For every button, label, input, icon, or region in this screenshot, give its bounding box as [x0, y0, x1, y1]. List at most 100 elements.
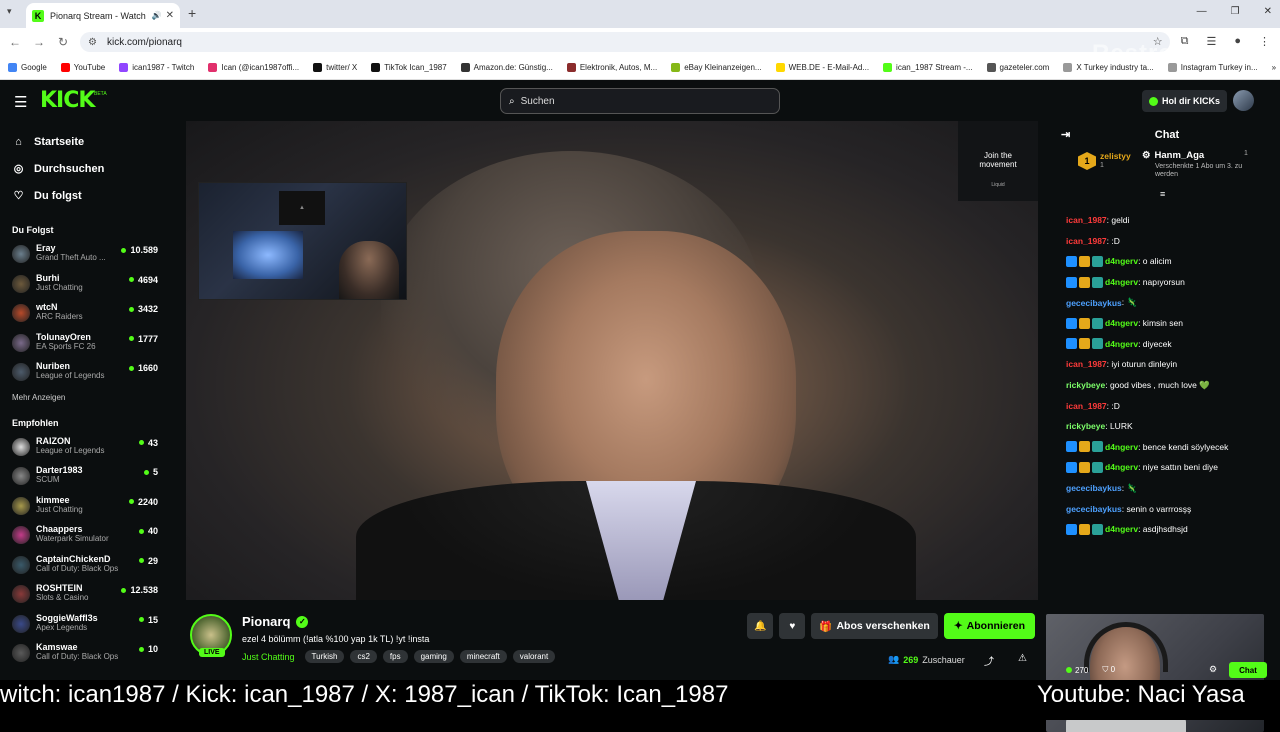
sidebar-channel-item[interactable]: Chaappers Waterpark Simulator 40: [0, 522, 170, 552]
stream-tag[interactable]: cs2: [350, 650, 377, 663]
chat-username[interactable]: d4ngerv: [1105, 524, 1138, 534]
chat-username[interactable]: gececibaykus: [1066, 483, 1122, 493]
stream-tag[interactable]: minecraft: [459, 650, 507, 663]
reload-button[interactable]: ↻: [51, 35, 75, 49]
sidebar-channel-item[interactable]: Burhi Just Chatting 4694: [0, 271, 170, 301]
get-kicks-label: Hol dir KICKs: [1161, 96, 1220, 106]
bookmark-item[interactable]: WEB.DE - E-Mail-Ad...: [775, 63, 869, 72]
channel-viewer-count: 5: [152, 467, 158, 477]
channel-points[interactable]: 270: [1066, 666, 1088, 675]
chat-username[interactable]: ican_1987: [1066, 215, 1107, 225]
channel-viewer-count: 2240: [137, 496, 158, 507]
user-avatar[interactable]: [1233, 90, 1254, 111]
nav-startseite[interactable]: ⌂ Startseite: [0, 128, 170, 155]
report-icon[interactable]: ⚠: [1018, 653, 1027, 668]
sidebar-channel-item[interactable]: Darter1983 SCUM 5: [0, 463, 170, 493]
stream-category-link[interactable]: Just Chatting: [242, 652, 295, 662]
bookmark-item[interactable]: YouTube: [60, 63, 105, 72]
chat-username[interactable]: d4ngerv: [1105, 462, 1138, 472]
chat-message: d4ngerv: diyecek: [1054, 334, 1280, 355]
chat-username[interactable]: d4ngerv: [1105, 277, 1138, 287]
chat-username[interactable]: d4ngerv: [1105, 256, 1138, 266]
viewer-number: 269: [903, 654, 919, 665]
chat-username[interactable]: rickybeye: [1066, 421, 1105, 431]
profile-avatar[interactable]: ●: [1234, 35, 1241, 48]
nav-label: Du folgst: [34, 189, 82, 202]
more-bookmarks-icon[interactable]: »: [1272, 63, 1276, 72]
video-player[interactable]: ▲ Join the movement Liquid: [186, 121, 1038, 600]
close-window-icon[interactable]: ✕: [1264, 6, 1272, 17]
pinned-user-1[interactable]: zelistyy: [1100, 151, 1131, 161]
bookmark-item[interactable]: Elektronik, Autos, M...: [566, 63, 657, 72]
send-chat-button[interactable]: Chat: [1229, 662, 1267, 678]
chat-username[interactable]: d4ngerv: [1105, 318, 1138, 328]
sidebar-channel-item[interactable]: CaptainChickenD Call of Duty: Black Ops 7…: [0, 552, 170, 582]
bookmark-item[interactable]: TikTok Ican_1987: [371, 63, 447, 72]
chat-message: gececibaykus: senin o varrrosşş: [1054, 498, 1280, 519]
sidebar-channel-item[interactable]: RAIZON League of Legends 43: [0, 434, 170, 464]
browser-tab-active[interactable]: K Pionarq Stream - Watch Live 🔊 ✕: [26, 3, 180, 28]
chat-username[interactable]: gececibaykus: [1066, 504, 1122, 514]
chat-settings-icon[interactable]: ⚙: [1209, 664, 1217, 675]
chat-badge-icon: [1066, 255, 1077, 267]
sidebar-channel-item[interactable]: wtcN ARC Raiders 3432: [0, 300, 170, 330]
sidebar-channel-item[interactable]: ROSHTEIN Slots & Casino 12.538: [0, 581, 170, 611]
chat-badge-icon: [1066, 441, 1077, 453]
user-badges: [1066, 441, 1103, 453]
show-more-link[interactable]: Mehr Anzeigen: [0, 393, 170, 402]
subscribe-button[interactable]: ✦ Abonnieren: [943, 613, 1035, 639]
site-info-icon[interactable]: ⚙: [88, 37, 97, 48]
kick-logo[interactable]: KICK: [40, 88, 95, 113]
stream-tag[interactable]: Turkish: [304, 650, 345, 663]
follow-heart-button[interactable]: ♥: [779, 613, 806, 639]
chat-username[interactable]: d4ngerv: [1105, 442, 1138, 452]
forward-button[interactable]: →: [27, 35, 51, 49]
chat-username[interactable]: rickybeye: [1066, 380, 1105, 390]
restore-icon[interactable]: ❐: [1231, 6, 1240, 17]
bookmark-item[interactable]: gazeteler.com: [986, 63, 1049, 72]
channel-category: EA Sports FC 26: [36, 341, 96, 351]
search-input[interactable]: ⌕ Suchen: [500, 88, 780, 114]
tab-close-icon[interactable]: ✕: [166, 10, 174, 21]
chat-username[interactable]: ican_1987: [1066, 401, 1107, 411]
stream-tag[interactable]: valorant: [512, 650, 556, 663]
chat-username[interactable]: d4ngerv: [1105, 339, 1138, 349]
share-icon[interactable]: ⤴: [984, 653, 994, 668]
sidebar-channel-item[interactable]: kimmee Just Chatting 2240: [0, 493, 170, 523]
sidebar-channel-item[interactable]: Nuriben League of Legends 1660: [0, 359, 170, 389]
url-field[interactable]: ⚙ kick.com/pionarq: [80, 32, 1170, 52]
bookmark-item[interactable]: ican1987 - Twitch: [119, 63, 194, 72]
notification-bell-button[interactable]: 🔔: [747, 613, 774, 639]
nav-du-folgst[interactable]: ♡ Du folgst: [0, 182, 170, 209]
chat-badge-icon: [1092, 461, 1103, 473]
bookmark-item[interactable]: eBay Kleinanzeigen...: [671, 63, 762, 72]
chat-username[interactable]: gececibaykus: [1066, 298, 1122, 308]
expand-pinned-icon[interactable]: ≡: [1160, 189, 1165, 199]
stream-tag[interactable]: fps: [382, 650, 408, 663]
sidebar-channel-item[interactable]: Kamswae Call of Duty: Black Ops 7 10: [0, 640, 170, 670]
nav-durchsuchen[interactable]: ◎ Durchsuchen: [0, 155, 170, 182]
streamer-name[interactable]: Pionarq ✓: [242, 614, 309, 629]
tab-search-icon[interactable]: ▾: [7, 6, 12, 17]
gift-subs-button[interactable]: 🎁 Abos verschenken: [811, 613, 938, 639]
bookmark-item[interactable]: Ican (@ican1987offi...: [208, 63, 299, 72]
stream-tag[interactable]: gaming: [413, 650, 454, 663]
browser-menu-icon[interactable]: ⋮: [1259, 35, 1270, 48]
menu-icon[interactable]: ☰: [14, 93, 27, 111]
back-button[interactable]: ←: [3, 35, 27, 49]
collapse-chat-icon[interactable]: ⇥: [1061, 128, 1070, 141]
sidebar-channel-item[interactable]: Eray Grand Theft Auto ... 10.589: [0, 241, 170, 271]
bookmark-item[interactable]: ican_1987 Stream -...: [883, 63, 973, 72]
chat-username[interactable]: ican_1987: [1066, 236, 1107, 246]
sidebar-channel-item[interactable]: TolunayOren EA Sports FC 26 1777: [0, 330, 170, 360]
sidebar-channel-item[interactable]: SoggieWaffl3s Apex Legends 15: [0, 611, 170, 641]
pinned-user-2[interactable]: ⚙ Hanm_Aga: [1142, 150, 1204, 161]
chat-username[interactable]: ican_1987: [1066, 359, 1107, 369]
minimize-icon[interactable]: —: [1197, 6, 1207, 17]
new-tab-button[interactable]: +: [188, 5, 196, 21]
tab-audio-icon[interactable]: 🔊: [152, 11, 162, 20]
bookmark-item[interactable]: Google: [8, 63, 47, 72]
bookmark-item[interactable]: Amazon.de: Günstig...: [460, 63, 553, 72]
get-kicks-button[interactable]: Hol dir KICKs: [1142, 90, 1227, 112]
bookmark-item[interactable]: twitter/ X: [313, 63, 357, 72]
